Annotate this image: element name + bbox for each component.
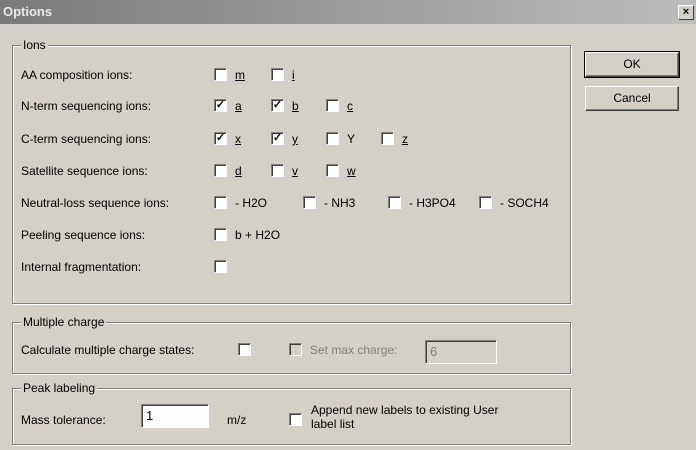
aa-composition-label: AA composition ions: <box>21 68 133 82</box>
nterm-label: N-term sequencing ions: <box>21 99 152 113</box>
ion-x-label: x <box>235 132 241 146</box>
peeling-item-label: b + H2O <box>235 228 281 242</box>
ion-i-label: i <box>292 68 295 82</box>
ions-group: Ions AA composition ions: m i N-term seq… <box>12 38 571 304</box>
checkbox-internal-fragmentation[interactable] <box>214 260 227 273</box>
ion-b-label: b <box>292 99 299 113</box>
checkbox-ion-c[interactable] <box>326 99 339 112</box>
checkbox-nh3[interactable] <box>303 196 316 209</box>
set-max-charge-label: Set max charge: <box>310 343 398 357</box>
checkbox-append-labels[interactable] <box>289 413 302 426</box>
ion-v-label: v <box>292 164 298 178</box>
ion-m-label: m <box>235 68 245 82</box>
ion-c-label: c <box>347 99 353 113</box>
multiple-charge-legend: Multiple charge <box>21 315 107 329</box>
multiple-charge-group: Multiple charge Calculate multiple charg… <box>12 315 571 374</box>
checkbox-ion-z[interactable] <box>381 132 394 145</box>
soch4-label: - SOCH4 <box>500 196 549 210</box>
checkbox-soch4[interactable] <box>479 196 492 209</box>
checkbox-ion-v[interactable] <box>271 164 284 177</box>
checkbox-h3po4[interactable] <box>388 196 401 209</box>
checkbox-ion-m[interactable] <box>214 68 227 81</box>
ions-legend: Ions <box>21 38 48 52</box>
window-title: Options <box>3 4 53 19</box>
calc-multiple-charge-label: Calculate multiple charge states: <box>21 343 195 357</box>
peak-labeling-group: Peak labeling Mass tolerance: 1 m/z Appe… <box>12 381 571 445</box>
mass-unit-label: m/z <box>227 413 247 427</box>
checkbox-ion-Y[interactable] <box>326 132 339 145</box>
checkbox-ion-w[interactable] <box>326 164 339 177</box>
checkbox-ion-x[interactable]: ✓ <box>214 132 227 145</box>
ion-z-label: z <box>402 132 408 146</box>
satellite-label: Satellite sequence ions: <box>21 164 148 178</box>
checkbox-ion-a[interactable]: ✓ <box>214 99 227 112</box>
ion-d-label: d <box>235 164 242 178</box>
append-labels-line2: label list <box>311 417 355 431</box>
h2o-label: - H2O <box>235 196 268 210</box>
nh3-label: - NH3 <box>324 196 356 210</box>
checkbox-calc-multiple-charge[interactable] <box>238 343 251 356</box>
ion-a-label: a <box>235 99 242 113</box>
internal-fragmentation-label: Internal fragmentation: <box>21 260 142 274</box>
neutral-loss-label: Neutral-loss sequence ions: <box>21 196 170 210</box>
checkbox-ion-b[interactable]: ✓ <box>271 99 284 112</box>
ion-w-label: w <box>347 164 356 178</box>
checkbox-ion-y[interactable]: ✓ <box>271 132 284 145</box>
checkbox-peeling[interactable] <box>214 228 227 241</box>
peeling-label: Peeling sequence ions: <box>21 228 146 242</box>
ion-Y-label: Y <box>347 132 356 146</box>
checkbox-h2o[interactable] <box>214 196 227 209</box>
ion-y-label: y <box>292 132 298 146</box>
cancel-button[interactable]: Cancel <box>585 86 679 111</box>
mass-tolerance-input[interactable]: 1 <box>141 404 209 428</box>
ok-button[interactable]: OK <box>584 51 680 78</box>
h3po4-label: - H3PO4 <box>409 196 456 210</box>
close-button[interactable]: × <box>678 5 694 20</box>
mass-tolerance-label: Mass tolerance: <box>21 413 106 427</box>
cterm-label: C-term sequencing ions: <box>21 132 152 146</box>
title-bar: Options × <box>0 0 696 24</box>
checkbox-ion-i[interactable] <box>271 68 284 81</box>
checkbox-ion-d[interactable] <box>214 164 227 177</box>
append-labels-line1: Append new labels to existing User <box>311 403 499 417</box>
max-charge-input[interactable]: 6 <box>425 340 497 364</box>
close-icon: × <box>682 6 690 18</box>
peak-labeling-legend: Peak labeling <box>21 381 98 395</box>
checkbox-set-max-charge[interactable] <box>289 343 302 356</box>
